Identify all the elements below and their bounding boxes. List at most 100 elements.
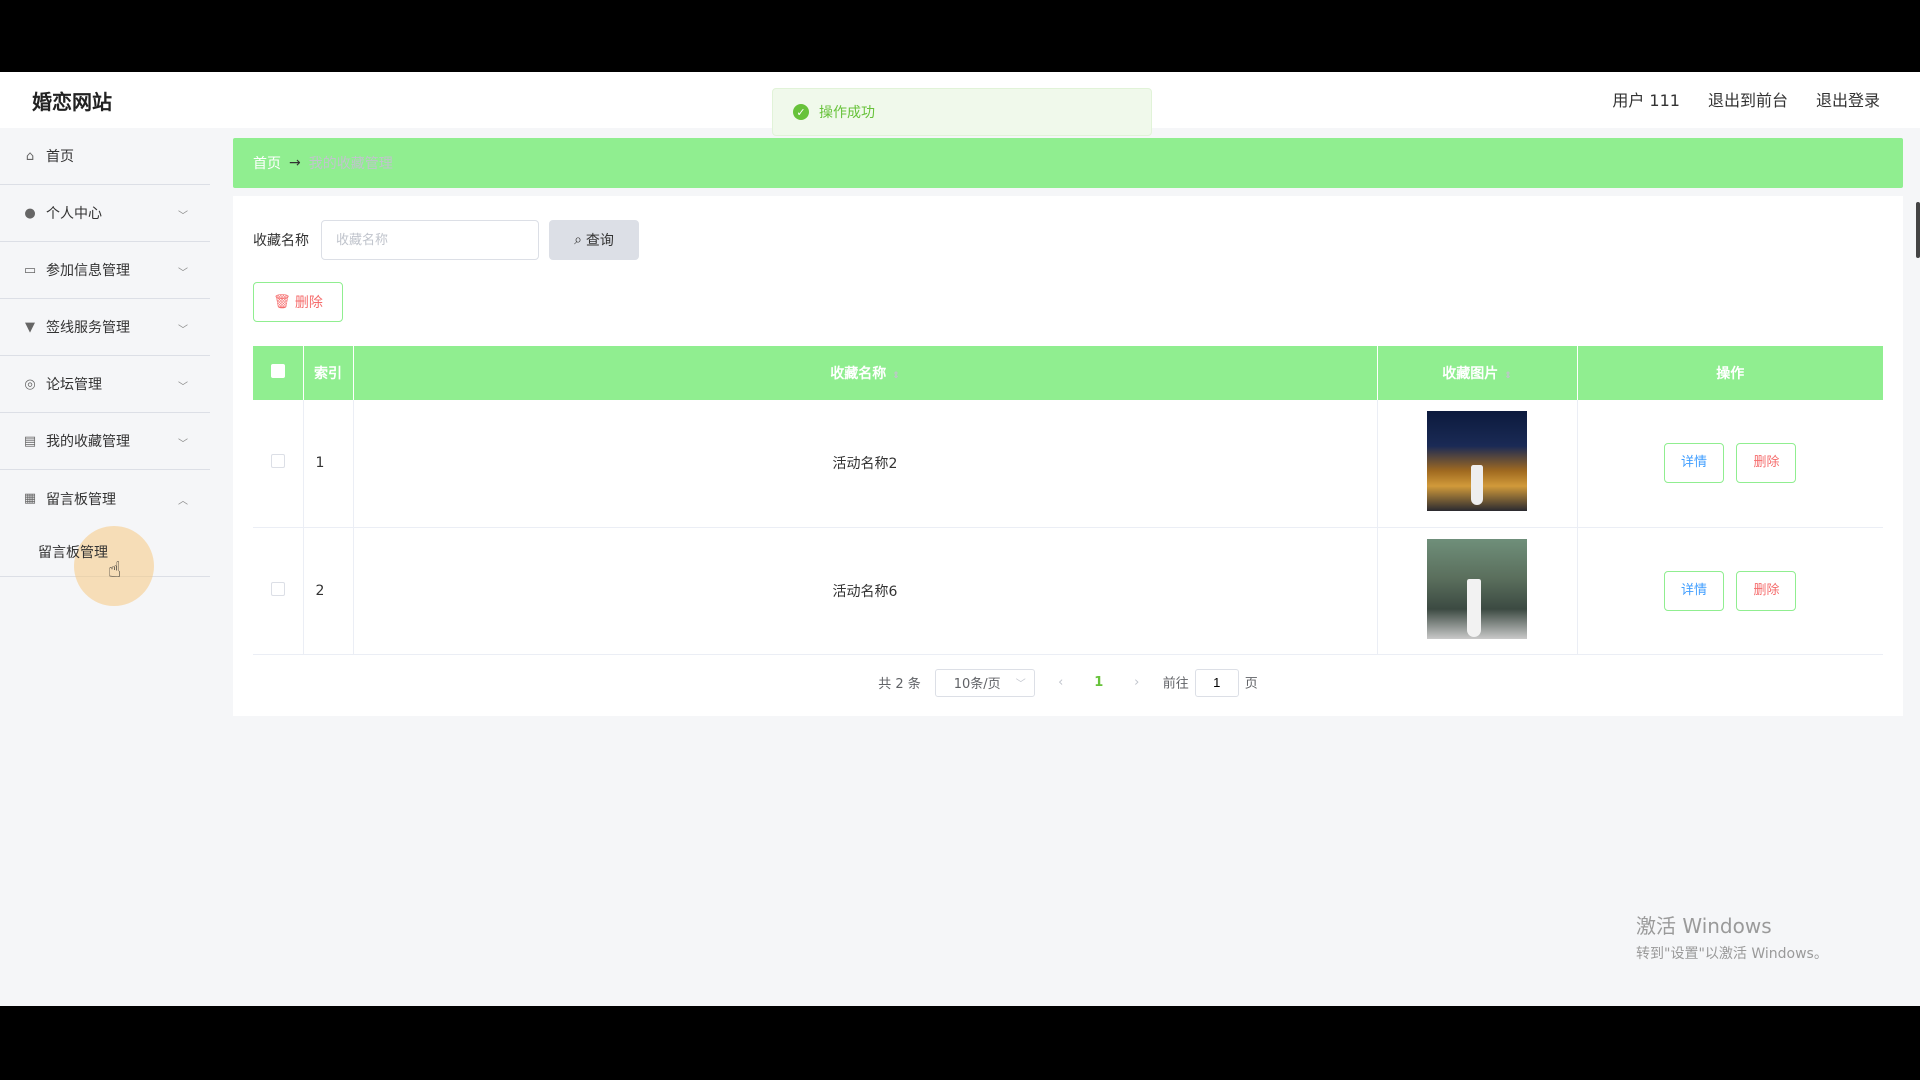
user-name[interactable]: 用户 111 xyxy=(1612,87,1680,111)
row-checkbox[interactable] xyxy=(270,581,285,596)
row-select-cell xyxy=(253,527,304,655)
chevron-down-icon: ﹀ xyxy=(178,268,188,279)
breadcrumb-home[interactable]: 首页 xyxy=(253,153,281,173)
service-icon: ▼ xyxy=(25,319,35,335)
chevron-up-icon: ︿ xyxy=(178,496,188,507)
chevron-down-icon: ﹀ xyxy=(178,325,188,336)
row-name: 活动名称2 xyxy=(353,400,1378,528)
chevron-down-icon: ﹀ xyxy=(1015,679,1026,690)
search-input[interactable] xyxy=(321,220,539,260)
sidebar-item-messageboard[interactable]: ▦ 留言板管理 ︿ xyxy=(0,470,210,527)
sidebar-item-label: 参加信息管理 xyxy=(46,263,130,279)
trash-icon: 🗑 xyxy=(273,294,291,310)
header-index: 索引 xyxy=(303,346,354,400)
search-row: 收藏名称 ⌕ 查询 xyxy=(253,220,1883,260)
row-ops: 详情 删除 xyxy=(1577,527,1883,655)
breadcrumb: 首页 → 我的收藏管理 xyxy=(233,138,1903,188)
goto-page-input[interactable] xyxy=(1194,668,1239,697)
forum-icon: ◎ xyxy=(24,376,36,392)
check-circle-icon: ✓ xyxy=(793,104,809,120)
breadcrumb-current: 我的收藏管理 xyxy=(308,156,393,172)
sidebar-item-participation[interactable]: ▭ 参加信息管理 ﹀ xyxy=(0,242,210,299)
row-select-cell xyxy=(253,400,304,528)
select-all-checkbox[interactable] xyxy=(270,364,285,378)
header-image[interactable]: 收藏图片 ⇕ xyxy=(1377,346,1578,400)
arrow-right-icon: → xyxy=(289,155,301,171)
collection-thumbnail[interactable] xyxy=(1427,411,1527,512)
header-image-label: 收藏图片 xyxy=(1442,366,1499,382)
collection-table: 索引 收藏名称 ⇕ 收藏图片 ⇕ 操作 1 活动名称2 详情 删除 2 活动名称… xyxy=(253,346,1883,655)
table-row: 2 活动名称6 详情 删除 xyxy=(253,527,1883,655)
sidebar-item-service[interactable]: ▼ 签线服务管理 ﹀ xyxy=(0,299,210,356)
header-name[interactable]: 收藏名称 ⇕ xyxy=(353,346,1378,400)
row-image-cell xyxy=(1377,400,1578,528)
scrollbar-handle[interactable] xyxy=(1916,202,1920,258)
detail-button[interactable]: 详情 xyxy=(1664,443,1725,484)
chevron-down-icon: ﹀ xyxy=(178,439,188,450)
home-icon: ⌂ xyxy=(25,148,35,164)
main-content: 首页 → 我的收藏管理 收藏名称 ⌕ 查询 🗑 删除 xyxy=(233,138,1903,716)
sidebar-item-label: 签线服务管理 xyxy=(46,320,130,336)
toast-text: 操作成功 xyxy=(819,105,875,121)
windows-activation-watermark: 激活 Windows 转到"设置"以激活 Windows。 xyxy=(1636,910,1828,963)
content-panel: 收藏名称 ⌕ 查询 🗑 删除 索引 收藏名称 ⇕ 收藏图片 ⇕ xyxy=(233,196,1903,716)
delete-button[interactable]: 删除 xyxy=(1736,570,1797,611)
success-toast: ✓ 操作成功 xyxy=(772,88,1152,136)
grid-icon: ▦ xyxy=(23,491,37,506)
watermark-line1: 激活 Windows xyxy=(1636,914,1772,938)
submenu-label: 留言板管理 xyxy=(38,544,108,561)
watermark-line2: 转到"设置"以激活 Windows。 xyxy=(1636,946,1828,962)
header-select-all[interactable] xyxy=(253,346,304,400)
search-label: 收藏名称 xyxy=(253,233,309,249)
collection-icon: ▤ xyxy=(23,433,37,449)
chevron-down-icon: ﹀ xyxy=(178,382,188,393)
prev-page-icon[interactable]: ‹ xyxy=(1049,675,1073,690)
pager-total: 共 2 条 xyxy=(878,677,921,692)
sidebar-item-label: 首页 xyxy=(46,149,74,165)
sort-icon[interactable]: ⇕ xyxy=(892,371,900,381)
sidebar-item-label: 论坛管理 xyxy=(46,377,102,393)
header-name-label: 收藏名称 xyxy=(830,366,887,382)
logout-link[interactable]: 退出登录 xyxy=(1816,87,1880,111)
sidebar-item-collection[interactable]: ▤ 我的收藏管理 ﹀ xyxy=(0,413,210,470)
page-size-select[interactable]: 10条/页 ﹀ xyxy=(934,668,1035,697)
row-ops: 详情 删除 xyxy=(1577,400,1883,528)
sort-icon[interactable]: ⇕ xyxy=(1504,371,1512,381)
header-ops: 操作 xyxy=(1577,346,1883,400)
chevron-down-icon: ﹀ xyxy=(178,211,188,222)
collection-thumbnail[interactable] xyxy=(1427,538,1527,639)
page-jumper: 前往 页 xyxy=(1162,668,1258,697)
sidebar-item-label: 留言板管理 xyxy=(46,491,116,508)
hand-cursor-icon: ☝ xyxy=(108,558,122,583)
sidebar-item-personal[interactable]: ● 个人中心 ﹀ xyxy=(0,185,210,242)
delete-button[interactable]: 删除 xyxy=(1736,443,1797,484)
sidebar-item-label: 个人中心 xyxy=(46,206,102,222)
query-button[interactable]: ⌕ 查询 xyxy=(549,220,639,260)
detail-button[interactable]: 详情 xyxy=(1664,570,1725,611)
sidebar-item-forum[interactable]: ◎ 论坛管理 ﹀ xyxy=(0,356,210,413)
page-size-value: 10条/页 xyxy=(953,677,1001,692)
sidebar-item-home[interactable]: ⌂ 首页 xyxy=(0,128,210,185)
batch-delete-label: 删除 xyxy=(294,295,323,311)
table-row: 1 活动名称2 详情 删除 xyxy=(253,400,1883,528)
site-brand: 婚恋网站 xyxy=(32,90,112,114)
row-index: 2 xyxy=(303,527,354,655)
next-page-icon[interactable]: › xyxy=(1125,675,1149,690)
row-checkbox[interactable] xyxy=(270,454,285,469)
batch-delete-button[interactable]: 🗑 删除 xyxy=(253,282,343,322)
sidebar-item-label: 我的收藏管理 xyxy=(46,434,130,450)
row-image-cell xyxy=(1377,527,1578,655)
page-number[interactable]: 1 xyxy=(1087,675,1111,690)
row-index: 1 xyxy=(303,400,354,528)
pagination: 共 2 条 10条/页 ﹀ ‹ 1 › 前往 页 xyxy=(253,668,1883,697)
back-to-front-link[interactable]: 退出到前台 xyxy=(1708,87,1788,111)
query-button-label: 查询 xyxy=(585,233,614,249)
goto-label: 前往 xyxy=(1162,676,1189,691)
search-icon: ⌕ xyxy=(574,232,582,248)
page-unit-label: 页 xyxy=(1244,676,1258,691)
row-name: 活动名称6 xyxy=(353,527,1378,655)
message-icon: ▭ xyxy=(23,262,37,278)
top-right-links: 用户 111 退出到前台 退出登录 xyxy=(1612,87,1880,111)
table-header-row: 索引 收藏名称 ⇕ 收藏图片 ⇕ 操作 xyxy=(253,346,1883,400)
app-screen: 婚恋网站 用户 111 退出到前台 退出登录 ✓ 操作成功 ⌂ 首页 ● 个人中… xyxy=(0,72,1920,1006)
